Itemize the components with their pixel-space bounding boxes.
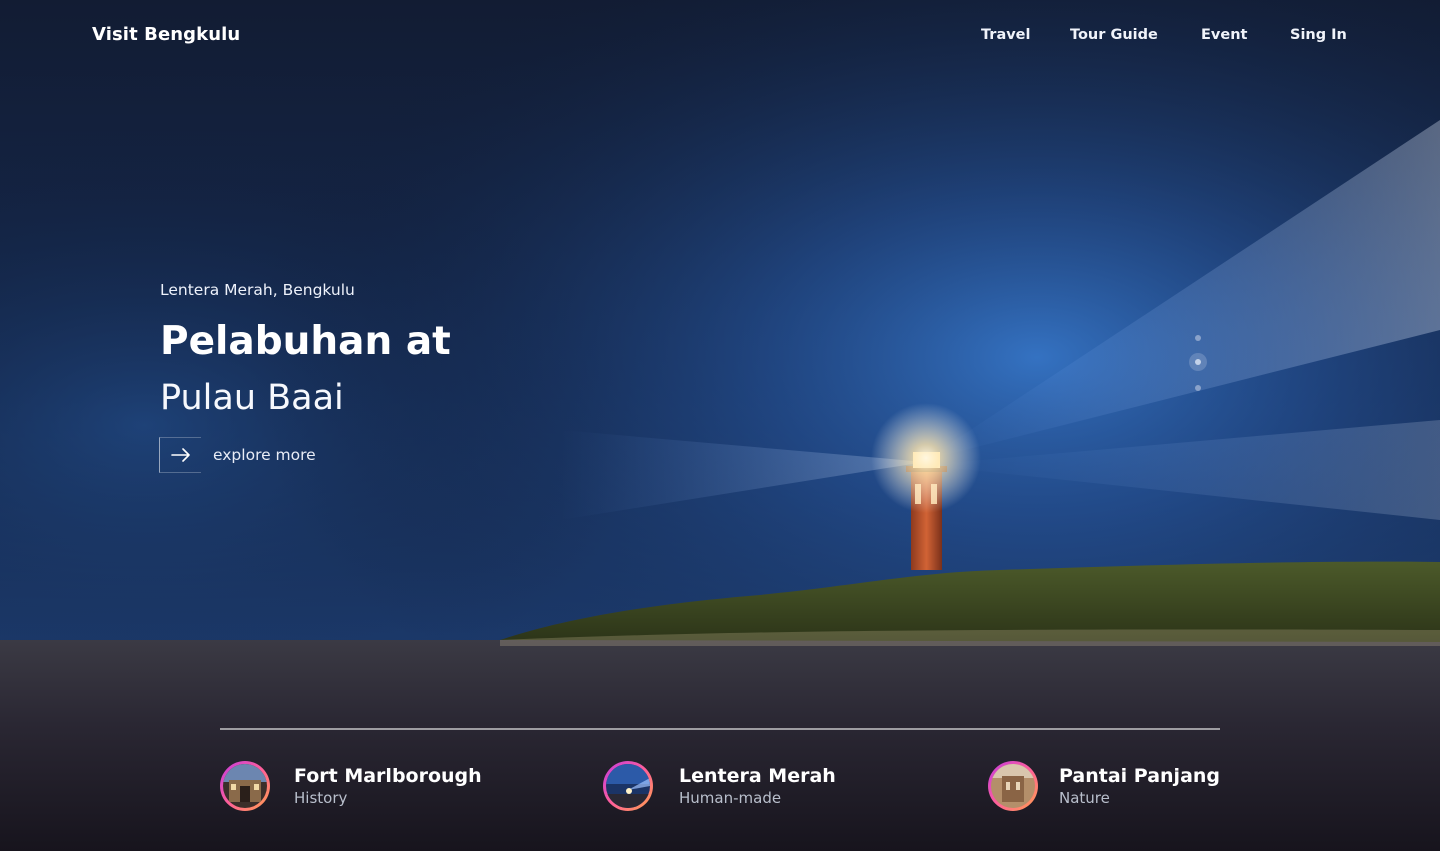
avatar [988, 761, 1038, 811]
destination-category: Nature [1059, 789, 1110, 807]
destination-name: Fort Marlborough [294, 765, 482, 787]
destination-pantai-panjang[interactable]: Pantai Panjang Nature [988, 760, 1220, 812]
nav-event[interactable]: Event [1201, 27, 1247, 43]
nav-tour-guide[interactable]: Tour Guide [1070, 27, 1158, 43]
destination-category: Human-made [679, 789, 782, 807]
landing-page: Visit Bengkulu Travel Tour Guide Event S… [0, 0, 1440, 851]
fort-thumbnail-icon [223, 764, 267, 808]
hero-subtitle: Pulau Baai [160, 378, 344, 418]
main-nav: Travel Tour Guide Event Sing In [0, 27, 1440, 47]
destination-lentera-merah[interactable]: Lentera Merah Human-made [603, 760, 836, 812]
slider-dot[interactable] [1195, 385, 1201, 391]
destination-fort-marlborough[interactable]: Fort Marlborough History [220, 760, 482, 812]
slider-pagination [1188, 330, 1208, 396]
beach-thumbnail-icon [991, 764, 1035, 808]
avatar [603, 761, 653, 811]
nav-travel[interactable]: Travel [981, 27, 1031, 43]
destinations-divider [220, 728, 1220, 730]
explore-more-button[interactable]: explore more [159, 437, 316, 473]
lighthouse-thumbnail-icon [606, 764, 650, 808]
explore-more-label[interactable]: explore more [213, 446, 316, 464]
slider-dot-active[interactable] [1189, 353, 1207, 371]
avatar [220, 761, 270, 811]
slider-dot[interactable] [1195, 335, 1201, 341]
destination-name: Pantai Panjang [1059, 765, 1221, 787]
hero-background [0, 0, 1440, 851]
destination-category: History [294, 789, 348, 807]
hero-location: Lentera Merah, Bengkulu [160, 281, 355, 299]
nav-sign-in[interactable]: Sing In [1290, 27, 1347, 43]
destination-name: Lentera Merah [679, 765, 836, 787]
arrow-right-icon[interactable] [159, 437, 201, 473]
hero-title: Pelabuhan at [160, 319, 451, 364]
